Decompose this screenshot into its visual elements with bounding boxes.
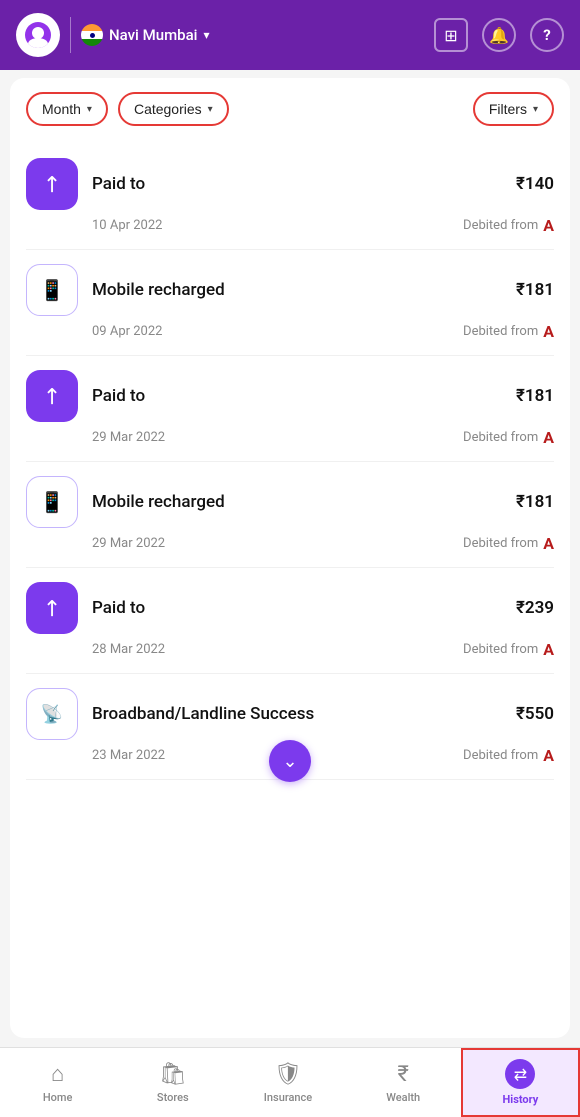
history-icon-circle: ⇄: [505, 1059, 535, 1089]
location-selector[interactable]: Navi Mumbai ▾: [81, 24, 424, 46]
axis-bank-logo: A: [543, 322, 554, 341]
transaction-debit: Debited from A: [463, 216, 554, 235]
arrow-up-right-icon: ↗: [37, 169, 68, 200]
sidebar-item-insurance[interactable]: 🛡 Insurance: [230, 1048, 345, 1117]
axis-icon: A: [543, 640, 554, 659]
nav-insurance-label: Insurance: [264, 1091, 312, 1104]
filters-chevron-icon: ▾: [533, 104, 538, 115]
sidebar-item-history[interactable]: ⇄ History: [461, 1048, 580, 1117]
header-actions: ⊞ 🔔 ?: [434, 18, 564, 52]
table-row[interactable]: ↗ Paid to ₹239 28 Mar 2022 Debited from …: [26, 568, 554, 674]
axis-icon: A: [543, 428, 554, 447]
transaction-debit: Debited from A: [463, 640, 554, 659]
sidebar-item-stores[interactable]: 🛍 Stores: [115, 1048, 230, 1117]
axis-bank-logo: A: [543, 534, 554, 553]
transaction-label: Mobile recharged: [92, 280, 502, 300]
transaction-date: 28 Mar 2022: [92, 642, 463, 657]
transaction-icon-phone: 📱: [26, 264, 78, 316]
transaction-icon-broadband: 📡: [26, 688, 78, 740]
transaction-debit: Debited from A: [463, 534, 554, 553]
transaction-amount: ₹181: [516, 280, 554, 300]
nav-wealth-label: Wealth: [386, 1091, 420, 1104]
transaction-amount: ₹239: [516, 598, 554, 618]
table-row[interactable]: ↗ Paid to ₹140 10 Apr 2022 Debited from …: [26, 144, 554, 250]
header-divider: [70, 17, 71, 53]
transaction-label: Paid to: [92, 174, 502, 194]
transaction-date: 10 Apr 2022: [92, 218, 463, 233]
month-chevron-icon: ▾: [87, 104, 92, 115]
phone-recharge-icon: 📱: [40, 490, 65, 514]
filters-label: Filters: [489, 101, 527, 117]
axis-bank-logo: A: [543, 216, 554, 235]
main-panel: Month ▾ Categories ▾ Filters ▾ ↗ Paid to…: [10, 78, 570, 1038]
axis-icon: A: [543, 746, 554, 765]
transaction-debit: Debited from A: [463, 428, 554, 447]
transaction-debit: Debited from A: [463, 746, 554, 765]
transaction-label: Mobile recharged: [92, 492, 502, 512]
history-arrows-icon: ⇄: [514, 1065, 527, 1084]
phone-recharge-icon: 📱: [40, 278, 65, 302]
categories-filter-button[interactable]: Categories ▾: [118, 92, 229, 126]
filter-row: Month ▾ Categories ▾ Filters ▾: [26, 92, 554, 126]
broadband-icon: 📡: [41, 704, 63, 725]
arrow-up-right-icon: ↗: [37, 593, 68, 624]
location-chevron-icon: ▾: [203, 28, 209, 42]
categories-chevron-icon: ▾: [208, 104, 213, 115]
qr-icon: ⊞: [444, 26, 457, 45]
wealth-icon: ₹: [398, 1062, 409, 1087]
sidebar-item-home[interactable]: ⌂ Home: [0, 1048, 115, 1117]
nav-history-label: History: [503, 1093, 539, 1106]
insurance-icon: 🛡: [274, 1062, 302, 1087]
nav-stores-label: Stores: [157, 1091, 189, 1104]
avatar[interactable]: [16, 13, 60, 57]
transaction-icon-arrow: ↗: [26, 370, 78, 422]
bottom-navigation: ⌂ Home 🛍 Stores 🛡 Insurance ₹ Wealth ⇄ H…: [0, 1047, 580, 1117]
axis-icon: A: [543, 534, 554, 553]
india-flag: [81, 24, 103, 46]
sidebar-item-wealth[interactable]: ₹ Wealth: [346, 1048, 461, 1117]
help-button[interactable]: ?: [530, 18, 564, 52]
axis-bank-logo: A: [543, 746, 554, 765]
notification-button[interactable]: 🔔: [482, 18, 516, 52]
transaction-icon-phone: 📱: [26, 476, 78, 528]
table-row[interactable]: 📡 Broadband/Landline Success ₹550 23 Mar…: [26, 674, 554, 780]
transaction-amount: ₹181: [516, 492, 554, 512]
chevron-down-icon: ⌄: [282, 751, 297, 772]
filters-button[interactable]: Filters ▾: [473, 92, 554, 126]
table-row[interactable]: 📱 Mobile recharged ₹181 09 Apr 2022 Debi…: [26, 250, 554, 356]
axis-bank-logo: A: [543, 428, 554, 447]
transaction-date: 09 Apr 2022: [92, 324, 463, 339]
bell-icon: 🔔: [489, 26, 509, 45]
location-label: Navi Mumbai: [109, 26, 197, 44]
transaction-date: 29 Mar 2022: [92, 536, 463, 551]
month-filter-button[interactable]: Month ▾: [26, 92, 108, 126]
transaction-icon-arrow: ↗: [26, 158, 78, 210]
table-row[interactable]: ↗ Paid to ₹181 29 Mar 2022 Debited from …: [26, 356, 554, 462]
qr-button[interactable]: ⊞: [434, 18, 468, 52]
transaction-label: Paid to: [92, 386, 502, 406]
transaction-icon-arrow: ↗: [26, 582, 78, 634]
transaction-date: 29 Mar 2022: [92, 430, 463, 445]
table-row[interactable]: 📱 Mobile recharged ₹181 29 Mar 2022 Debi…: [26, 462, 554, 568]
nav-home-label: Home: [43, 1091, 73, 1104]
transaction-debit: Debited from A: [463, 322, 554, 341]
transaction-amount: ₹550: [516, 704, 554, 724]
app-header: Navi Mumbai ▾ ⊞ 🔔 ?: [0, 0, 580, 70]
categories-filter-label: Categories: [134, 101, 202, 117]
transaction-amount: ₹140: [516, 174, 554, 194]
month-filter-label: Month: [42, 101, 81, 117]
arrow-up-right-icon: ↗: [37, 381, 68, 412]
help-icon: ?: [543, 26, 550, 44]
transactions-list: ↗ Paid to ₹140 10 Apr 2022 Debited from …: [26, 144, 554, 780]
scroll-down-button[interactable]: ⌄: [269, 740, 311, 782]
home-icon: ⌂: [51, 1061, 64, 1087]
axis-bank-logo: A: [543, 640, 554, 659]
transaction-label: Paid to: [92, 598, 502, 618]
stores-icon: 🛍: [159, 1062, 187, 1087]
axis-icon: A: [543, 322, 554, 341]
transaction-amount: ₹181: [516, 386, 554, 406]
axis-icon: A: [543, 216, 554, 235]
transaction-label: Broadband/Landline Success: [92, 704, 502, 724]
